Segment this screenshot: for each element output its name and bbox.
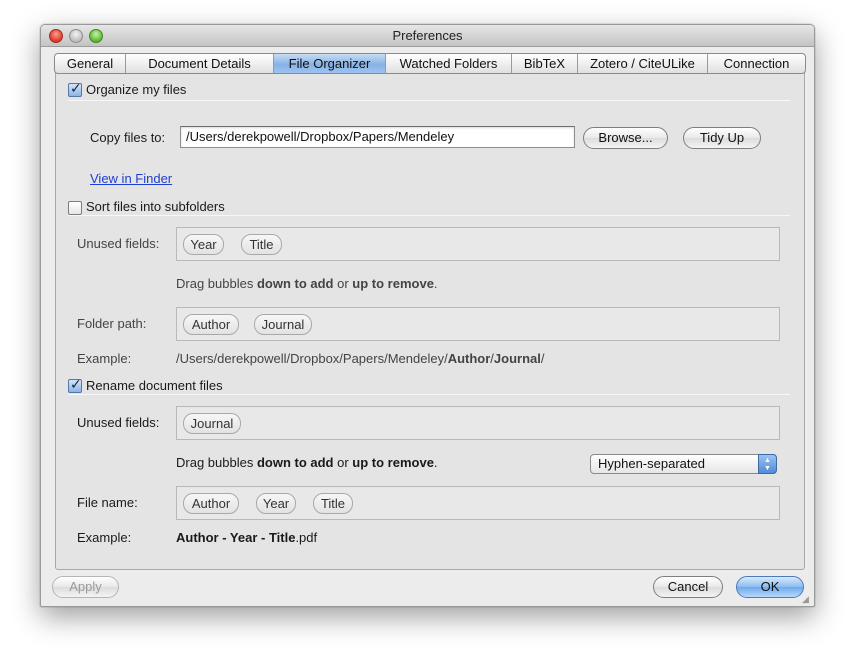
rename-files-checkbox[interactable]: ✓ [68,376,82,393]
folder-path-label: Folder path: [77,316,147,331]
resize-grip-icon[interactable]: ◢ [802,594,812,604]
view-in-finder-link[interactable]: View in Finder [90,171,172,186]
browse-button[interactable]: Browse... [583,127,668,149]
copy-files-to-label: Copy files to: [90,130,166,145]
separator-select-value: Hyphen-separated [598,456,705,471]
tab-bibtex[interactable]: BibTeX [512,54,578,73]
field-bubble-author[interactable]: Author [183,493,239,514]
tab-zotero-citeulike[interactable]: Zotero / CiteULike [578,54,708,73]
rename-unused-fields-well: Journal [176,406,780,440]
folder-path-well: Author Journal [176,307,780,341]
tidy-up-button[interactable]: Tidy Up [683,127,761,149]
copy-path-field[interactable]: /Users/derekpowell/Dropbox/Papers/Mendel… [180,126,575,148]
rename-files-label: Rename document files [86,378,223,393]
sort-subfolders-checkbox[interactable] [68,201,82,215]
checkmark-icon: ✓ [70,376,82,392]
field-bubble-title[interactable]: Title [313,493,353,514]
organize-files-checkbox[interactable]: ✓ [68,80,82,97]
sort-drag-hint: Drag bubbles down to add or up to remove… [176,276,438,291]
tab-bar: General Document Details File Organizer … [54,53,806,74]
tab-connection[interactable]: Connection [708,54,805,73]
sort-unused-fields-well: Year Title [176,227,780,261]
field-bubble-title[interactable]: Title [241,234,282,255]
title-bar[interactable]: Preferences [41,25,814,47]
field-bubble-year[interactable]: Year [183,234,224,255]
zoom-window-button[interactable] [89,29,103,43]
file-name-well: Author Year Title [176,486,780,520]
tab-general[interactable]: General [55,54,126,73]
sort-unused-fields-label: Unused fields: [77,236,160,251]
field-bubble-author[interactable]: Author [183,314,239,335]
close-window-button[interactable] [49,29,63,43]
tab-file-organizer[interactable]: File Organizer [274,54,386,73]
apply-button[interactable]: Apply [52,576,119,598]
sort-subfolders-label: Sort files into subfolders [86,199,225,214]
section-divider [68,394,790,395]
cancel-button[interactable]: Cancel [653,576,723,598]
checkmark-icon: ✓ [70,80,82,96]
preferences-window: Preferences General Document Details Fil… [40,24,815,607]
up-down-arrows-icon: ▲ ▼ [758,454,777,474]
minimize-window-button[interactable] [69,29,83,43]
separator-select[interactable]: Hyphen-separated ▲ ▼ [590,454,777,474]
field-bubble-journal[interactable]: Journal [254,314,312,335]
tab-watched-folders[interactable]: Watched Folders [386,54,512,73]
rename-drag-hint: Drag bubbles down to add or up to remove… [176,455,438,470]
rename-example-label: Example: [77,530,132,545]
field-bubble-journal[interactable]: Journal [183,413,241,434]
section-divider [68,215,790,216]
rename-unused-fields-label: Unused fields: [77,415,160,430]
file-name-label: File name: [77,495,138,510]
tab-document-details[interactable]: Document Details [126,54,274,73]
window-title: Preferences [392,28,463,43]
section-divider [68,100,790,101]
sort-example-path: /Users/derekpowell/Dropbox/Papers/Mendel… [176,351,545,366]
organize-files-label: Organize my files [86,82,187,97]
sort-example-label: Example: [77,351,132,366]
ok-button[interactable]: OK [736,576,804,598]
rename-example-filename: Author - Year - Title.pdf [176,530,318,545]
field-bubble-year[interactable]: Year [256,493,296,514]
